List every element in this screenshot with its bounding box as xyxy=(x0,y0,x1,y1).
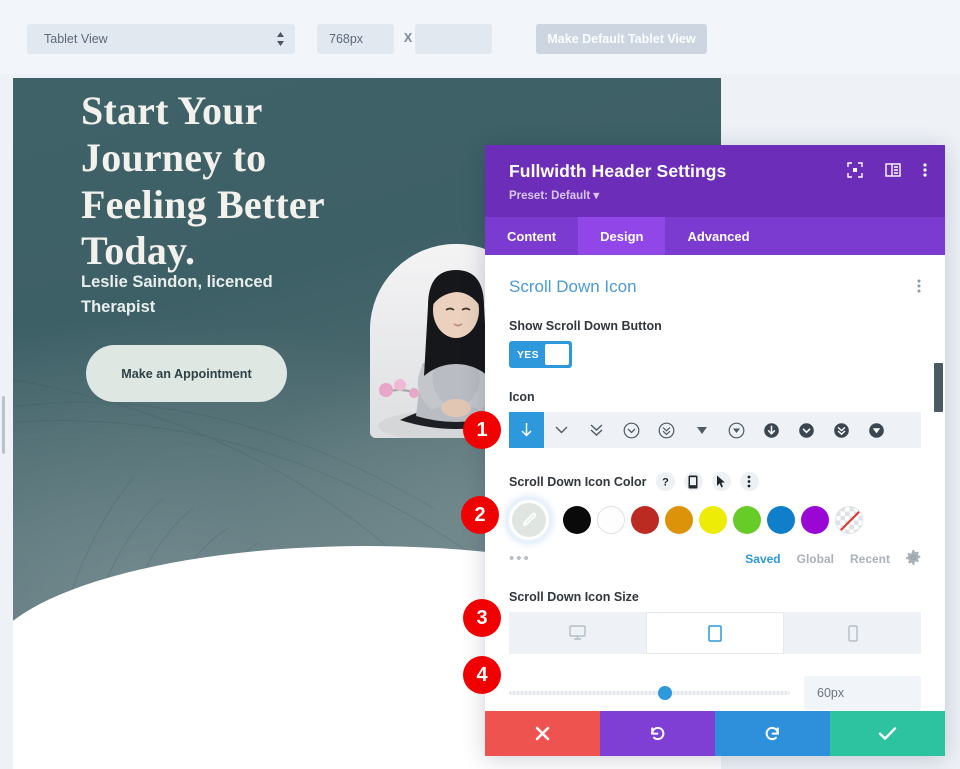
view-mode-label: Tablet View xyxy=(44,32,108,46)
swatch-green[interactable] xyxy=(733,506,761,534)
color-swatch-row xyxy=(509,500,921,540)
page-scrollbar-thumb[interactable] xyxy=(2,396,5,454)
spinner-arrows-icon xyxy=(276,32,285,46)
redo-button[interactable] xyxy=(715,711,830,756)
icon-option-circle-caret-down-outline-icon[interactable] xyxy=(719,412,754,448)
slider-track xyxy=(509,691,790,695)
more-swatches-button[interactable]: ••• xyxy=(509,551,531,566)
icon-option-circle-double-chevron-down-filled-icon[interactable] xyxy=(824,412,859,448)
show-scroll-down-button-label: Show Scroll Down Button xyxy=(509,319,662,333)
device-breakpoint-tabs xyxy=(509,612,922,654)
layout-icon[interactable] xyxy=(885,162,901,178)
fullwidth-header-settings-modal: Fullwidth Header Settings Preset: Defaul… xyxy=(485,145,945,756)
swatch-tab-recent[interactable]: Recent xyxy=(850,552,890,566)
viewport-width-input[interactable]: 768px xyxy=(317,24,394,54)
swatch-palette-tabs: Saved Global Recent xyxy=(745,550,921,568)
swatch-blue[interactable] xyxy=(767,506,795,534)
hero-heading: Start Your Journey to Feeling Better Tod… xyxy=(81,88,325,274)
device-tab-desktop[interactable] xyxy=(509,612,646,654)
screenshot-root: Tablet View 768px X Make Default Tablet … xyxy=(0,0,960,769)
scroll-down-icon-color-row: Scroll Down Icon Color ? xyxy=(509,472,921,491)
make-appointment-button[interactable]: Make an Appointment xyxy=(86,345,287,402)
responsive-icon[interactable] xyxy=(683,472,703,491)
svg-text:?: ? xyxy=(662,477,669,489)
undo-button[interactable] xyxy=(600,711,715,756)
icon-size-value: 60px xyxy=(817,686,845,700)
icon-option-double-chevron-down-icon[interactable] xyxy=(579,412,614,448)
gear-icon[interactable] xyxy=(906,550,921,568)
icon-field-label: Icon xyxy=(509,390,535,404)
focus-icon[interactable] xyxy=(847,162,863,178)
slider-thumb[interactable] xyxy=(657,686,672,700)
icon-option-circle-caret-down-filled-icon[interactable] xyxy=(859,412,894,448)
swatch-yellow[interactable] xyxy=(699,506,727,534)
icon-option-circle-chevron-down-filled-icon[interactable] xyxy=(789,412,824,448)
icon-option-caret-down-icon[interactable] xyxy=(684,412,719,448)
icon-option-arrow-down-icon[interactable] xyxy=(509,412,544,448)
device-tab-tablet[interactable] xyxy=(645,612,785,654)
viewport-width-value: 768px xyxy=(329,32,364,46)
hero-subheading: Leslie Saindon, licenced Therapist xyxy=(81,273,273,316)
kebab-menu-icon[interactable] xyxy=(739,472,759,491)
toggle-knob xyxy=(544,344,569,365)
modal-scrollbar-thumb[interactable] xyxy=(934,363,943,412)
icon-size-value-input[interactable]: 60px xyxy=(804,676,921,710)
scroll-down-icon-color-label: Scroll Down Icon Color xyxy=(509,474,647,489)
modal-body: Scroll Down Icon Show Scroll Down Button… xyxy=(485,255,945,711)
section-title-scroll-down-icon: Scroll Down Icon xyxy=(509,277,637,296)
close-button[interactable] xyxy=(485,711,600,756)
step-badge-4: 4 xyxy=(463,656,501,694)
scroll-down-icon-size-label: Scroll Down Icon Size xyxy=(509,590,639,604)
make-default-tablet-view-button[interactable]: Make Default Tablet View xyxy=(536,24,707,54)
swatch-transparent[interactable] xyxy=(835,506,863,534)
hover-icon[interactable] xyxy=(711,472,731,491)
modal-header-actions xyxy=(847,162,927,178)
show-scroll-down-button-toggle[interactable]: YES xyxy=(509,341,572,368)
icon-option-circle-double-chevron-down-outline-icon[interactable] xyxy=(649,412,684,448)
dimension-separator: X xyxy=(403,31,413,45)
swatch-purple[interactable] xyxy=(801,506,829,534)
swatch-tab-global[interactable]: Global xyxy=(797,552,834,566)
tab-design[interactable]: Design xyxy=(578,217,666,255)
swatch-white[interactable] xyxy=(597,506,625,534)
kebab-menu-icon[interactable] xyxy=(923,162,927,178)
toggle-value-label: YES xyxy=(517,348,539,361)
view-mode-select[interactable]: Tablet View xyxy=(27,24,295,54)
modal-footer-actions xyxy=(485,711,945,756)
device-tab-phone[interactable] xyxy=(784,612,922,654)
viewport-height-input[interactable] xyxy=(415,24,492,54)
icon-option-circle-chevron-down-outline-icon[interactable] xyxy=(614,412,649,448)
step-badge-3: 3 xyxy=(463,599,501,637)
icon-size-slider[interactable] xyxy=(509,685,790,701)
help-icon[interactable]: ? xyxy=(655,472,675,491)
swatch-tab-saved[interactable]: Saved xyxy=(745,552,780,566)
modal-tabs: Content Design Advanced xyxy=(485,217,945,255)
icon-picker xyxy=(509,412,921,448)
swatch-footer: ••• Saved Global Recent xyxy=(509,550,921,568)
modal-preset-selector[interactable]: Preset: Default ▾ xyxy=(509,188,925,202)
step-badge-1: 1 xyxy=(463,411,501,449)
icon-option-chevron-down-icon[interactable] xyxy=(544,412,579,448)
modal-header: Fullwidth Header Settings Preset: Defaul… xyxy=(485,145,945,217)
modal-preset-label: Preset: Default xyxy=(509,190,591,202)
save-button[interactable] xyxy=(830,711,945,756)
tab-advanced[interactable]: Advanced xyxy=(665,217,771,255)
section-kebab-menu-icon[interactable] xyxy=(917,279,921,298)
color-picker-button[interactable] xyxy=(509,500,549,540)
swatch-red[interactable] xyxy=(631,506,659,534)
tab-content[interactable]: Content xyxy=(485,217,578,255)
icon-option-circle-arrow-down-filled-icon[interactable] xyxy=(754,412,789,448)
swatch-black[interactable] xyxy=(563,506,591,534)
swatch-orange[interactable] xyxy=(665,506,693,534)
responsive-toolbar: Tablet View 768px X Make Default Tablet … xyxy=(0,0,960,74)
step-badge-2: 2 xyxy=(461,496,499,534)
icon-size-slider-row: 60px xyxy=(509,676,921,710)
